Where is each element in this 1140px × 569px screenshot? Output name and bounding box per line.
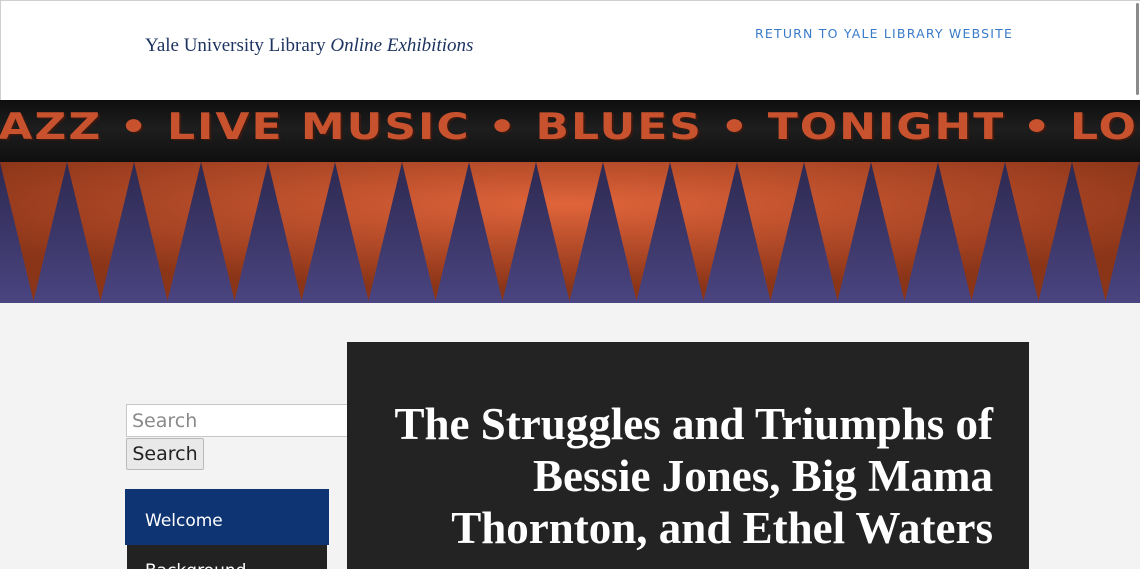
exhibit-title-line: Bessie Jones, Big Mama	[533, 451, 993, 501]
exhibit-title-card: The Struggles and Triumphs of Bessie Jon…	[347, 342, 1029, 569]
exhibit-title-line: The Struggles and Triumphs of	[394, 399, 993, 449]
site-header: Yale University Library Online Exhibitio…	[0, 0, 1140, 100]
scrollbar-thumb[interactable]	[1136, 3, 1139, 95]
banner-marquee-strip: JAZZ • LIVE MUSIC • BLUES • TONIGHT • LO…	[0, 100, 1140, 164]
nav-item-background[interactable]: Background	[127, 545, 327, 569]
banner-triangle-art	[0, 162, 1140, 303]
search-input[interactable]	[126, 404, 350, 437]
nav-item-welcome[interactable]: Welcome	[125, 489, 329, 545]
exhibition-banner: JAZZ • LIVE MUSIC • BLUES • TONIGHT • LO…	[0, 100, 1140, 303]
banner-marquee-text: JAZZ • LIVE MUSIC • BLUES • TONIGHT • LO…	[0, 106, 1140, 148]
site-title-link[interactable]: Yale University Library Online Exhibitio…	[145, 35, 473, 57]
site-title-main: Yale University Library	[145, 35, 326, 56]
exhibit-title-line: Thornton, and Ethel Waters	[451, 503, 993, 553]
exhibit-title: The Struggles and Triumphs of Bessie Jon…	[395, 398, 993, 554]
return-to-library-link[interactable]: RETURN TO YALE LIBRARY WEBSITE	[755, 26, 1013, 41]
search-button[interactable]: Search	[126, 438, 204, 470]
site-title-italic: Online Exhibitions	[330, 35, 474, 56]
